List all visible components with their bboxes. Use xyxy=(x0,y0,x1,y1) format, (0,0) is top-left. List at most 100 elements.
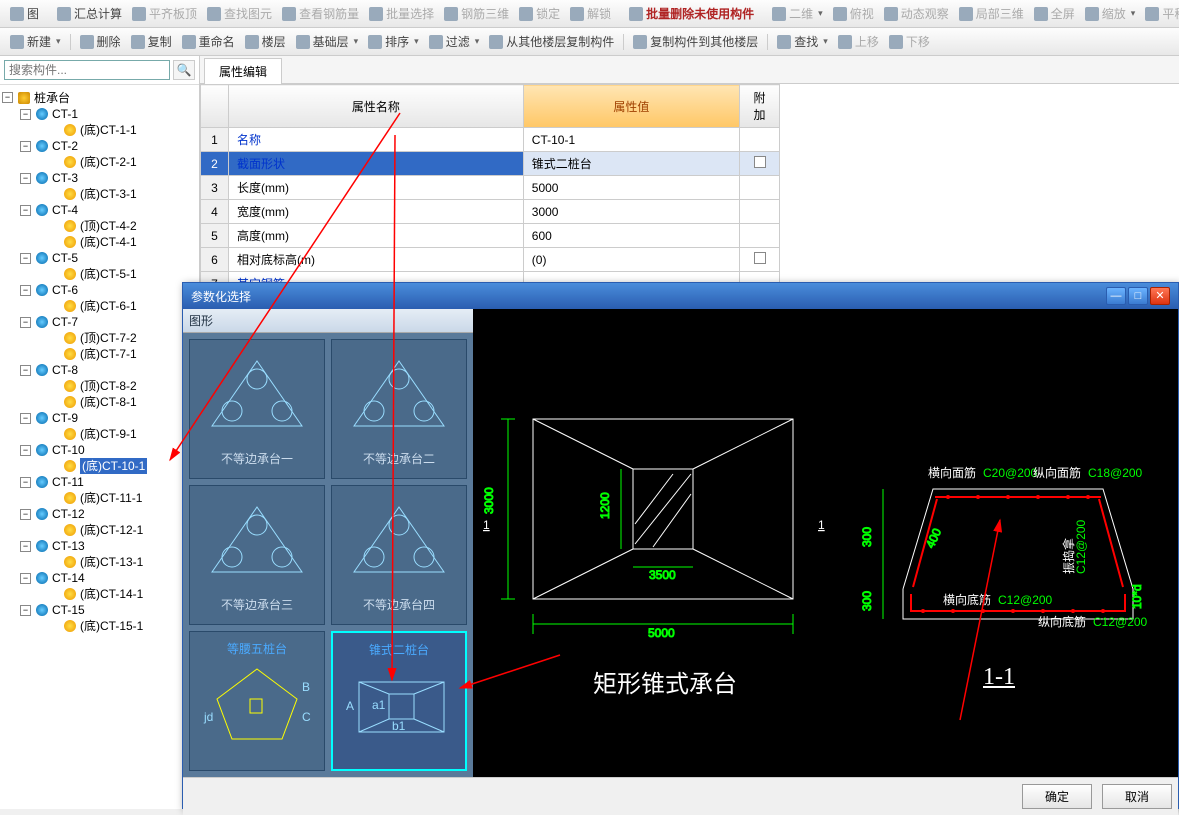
tree-leaf[interactable]: (底)CT-5-1 xyxy=(0,266,199,282)
property-row[interactable]: 6相对底标高(m)(0) xyxy=(201,248,780,272)
tree-leaf[interactable]: (底)CT-4-1 xyxy=(0,234,199,250)
prop-value[interactable]: (0) xyxy=(523,248,739,272)
prop-extra[interactable] xyxy=(740,152,780,176)
property-row[interactable]: 4宽度(mm)3000 xyxy=(201,200,780,224)
prop-extra[interactable] xyxy=(740,224,780,248)
tree-leaf[interactable]: (底)CT-10-1 xyxy=(0,458,199,474)
toolbar-basefloor[interactable]: 基础层 xyxy=(292,31,363,52)
tree-node[interactable]: CT-8 xyxy=(0,362,199,378)
tree-node[interactable]: CT-11 xyxy=(0,474,199,490)
shape-thumb-icon xyxy=(202,497,312,592)
toolbar-grid[interactable]: 图 xyxy=(6,3,43,24)
property-row[interactable]: 1名称CT-10-1 xyxy=(201,128,780,152)
shape-option[interactable]: 不等边承台一 xyxy=(189,339,325,479)
toolbar-copyfrom[interactable]: 从其他楼层复制构件 xyxy=(485,31,618,52)
search-input[interactable] xyxy=(4,60,170,80)
dim-inner-w: 3500 xyxy=(649,568,676,582)
close-button[interactable]: ✕ xyxy=(1150,287,1170,305)
toolbar-delete[interactable]: 删除 xyxy=(76,31,125,52)
prop-name: 高度(mm) xyxy=(229,224,524,248)
prop-value[interactable]: 600 xyxy=(523,224,739,248)
prop-extra[interactable] xyxy=(740,176,780,200)
maximize-button[interactable]: □ xyxy=(1128,287,1148,305)
toolbar-copy[interactable]: 复制 xyxy=(127,31,176,52)
tree-leaf[interactable]: (底)CT-1-1 xyxy=(0,122,199,138)
property-row[interactable]: 2截面形状锥式二桩台 xyxy=(201,152,780,176)
tree-leaf[interactable]: (底)CT-13-1 xyxy=(0,554,199,570)
leaf-icon xyxy=(64,236,76,248)
svg-text:jd: jd xyxy=(203,710,213,724)
svg-text:横向底筋: 横向底筋 xyxy=(943,592,991,607)
property-row[interactable]: 5高度(mm)600 xyxy=(201,224,780,248)
toolbar-find[interactable]: 查找 xyxy=(773,31,832,52)
cancel-button[interactable]: 取消 xyxy=(1102,784,1172,809)
section-mark-right: 1 xyxy=(818,518,825,532)
node-icon xyxy=(36,364,48,376)
toolbar-floor[interactable]: 楼层 xyxy=(241,31,290,52)
prop-extra[interactable] xyxy=(740,248,780,272)
tab-property-edit[interactable]: 属性编辑 xyxy=(204,58,282,84)
prop-value[interactable]: 3000 xyxy=(523,200,739,224)
prop-extra[interactable] xyxy=(740,200,780,224)
prop-value[interactable]: 锥式二桩台 xyxy=(523,152,739,176)
tree-node[interactable]: CT-15 xyxy=(0,602,199,618)
tree-leaf[interactable]: (底)CT-8-1 xyxy=(0,394,199,410)
leaf-icon xyxy=(64,396,76,408)
tree-leaf[interactable]: (底)CT-11-1 xyxy=(0,490,199,506)
toolbar-filter[interactable]: 过滤 xyxy=(425,31,484,52)
toolbar-topview: 俯视 xyxy=(829,3,878,24)
tree-leaf[interactable]: (底)CT-6-1 xyxy=(0,298,199,314)
tree-node[interactable]: CT-14 xyxy=(0,570,199,586)
tree-leaf[interactable]: (底)CT-2-1 xyxy=(0,154,199,170)
leaf-icon xyxy=(64,268,76,280)
local3d-icon xyxy=(959,7,973,21)
tree-leaf[interactable]: (底)CT-9-1 xyxy=(0,426,199,442)
tree-leaf[interactable]: (底)CT-14-1 xyxy=(0,586,199,602)
toolbar-sort[interactable]: 排序 xyxy=(364,31,423,52)
component-tree[interactable]: 桩承台CT-1(底)CT-1-1CT-2(底)CT-2-1CT-3(底)CT-3… xyxy=(0,85,199,809)
shape-option[interactable]: 不等边承台三 xyxy=(189,485,325,625)
shape-option[interactable]: 不等边承台四 xyxy=(331,485,467,625)
tree-node[interactable]: CT-4 xyxy=(0,202,199,218)
toolbar-copyto[interactable]: 复制构件到其他楼层 xyxy=(629,31,762,52)
property-row[interactable]: 3长度(mm)5000 xyxy=(201,176,780,200)
tree-leaf[interactable]: (底)CT-12-1 xyxy=(0,522,199,538)
toolbar-trash[interactable]: 批量删除未使用构件 xyxy=(625,3,758,24)
tree-node[interactable]: CT-10 xyxy=(0,442,199,458)
dim-width: 5000 xyxy=(648,626,675,640)
dim-height: 3000 xyxy=(482,487,496,514)
shape-option[interactable]: 锥式二桩台Aa1b1B xyxy=(331,631,467,771)
tree-node[interactable]: CT-13 xyxy=(0,538,199,554)
tree-leaf[interactable]: (底)CT-3-1 xyxy=(0,186,199,202)
tree-node[interactable]: CT-2 xyxy=(0,138,199,154)
tree-node[interactable]: CT-3 xyxy=(0,170,199,186)
prop-value[interactable]: CT-10-1 xyxy=(523,128,739,152)
tree-leaf[interactable]: (底)CT-15-1 xyxy=(0,618,199,634)
node-icon xyxy=(36,604,48,616)
tree-node[interactable]: CT-5 xyxy=(0,250,199,266)
tree-leaf[interactable]: (底)CT-7-1 xyxy=(0,346,199,362)
toolbar-new[interactable]: 新建 xyxy=(6,31,65,52)
tree-node[interactable]: CT-1 xyxy=(0,106,199,122)
toolbar-sigma[interactable]: 汇总计算 xyxy=(53,3,126,24)
node-icon xyxy=(36,476,48,488)
minimize-button[interactable]: — xyxy=(1106,287,1126,305)
shape-option[interactable]: 等腰五桩台BCDjd xyxy=(189,631,325,771)
ok-button[interactable]: 确定 xyxy=(1022,784,1092,809)
shape-option[interactable]: 不等边承台二 xyxy=(331,339,467,479)
prop-extra[interactable] xyxy=(740,128,780,152)
tree-node[interactable]: CT-7 xyxy=(0,314,199,330)
tree-node[interactable]: CT-6 xyxy=(0,282,199,298)
tree-leaf[interactable]: (顶)CT-8-2 xyxy=(0,378,199,394)
prop-value[interactable]: 5000 xyxy=(523,176,739,200)
tree-node[interactable]: CT-9 xyxy=(0,410,199,426)
svg-text:b1: b1 xyxy=(392,719,406,733)
tree-leaf[interactable]: (顶)CT-4-2 xyxy=(0,218,199,234)
search-button[interactable]: 🔍 xyxy=(173,60,195,80)
toolbar-rename[interactable]: 重命名 xyxy=(178,31,239,52)
toolbar-pan: 平移 xyxy=(1141,3,1179,24)
dialog-titlebar[interactable]: 参数化选择 — □ ✕ xyxy=(183,283,1178,309)
tree-root[interactable]: 桩承台 xyxy=(0,89,199,106)
tree-node[interactable]: CT-12 xyxy=(0,506,199,522)
tree-leaf[interactable]: (顶)CT-7-2 xyxy=(0,330,199,346)
